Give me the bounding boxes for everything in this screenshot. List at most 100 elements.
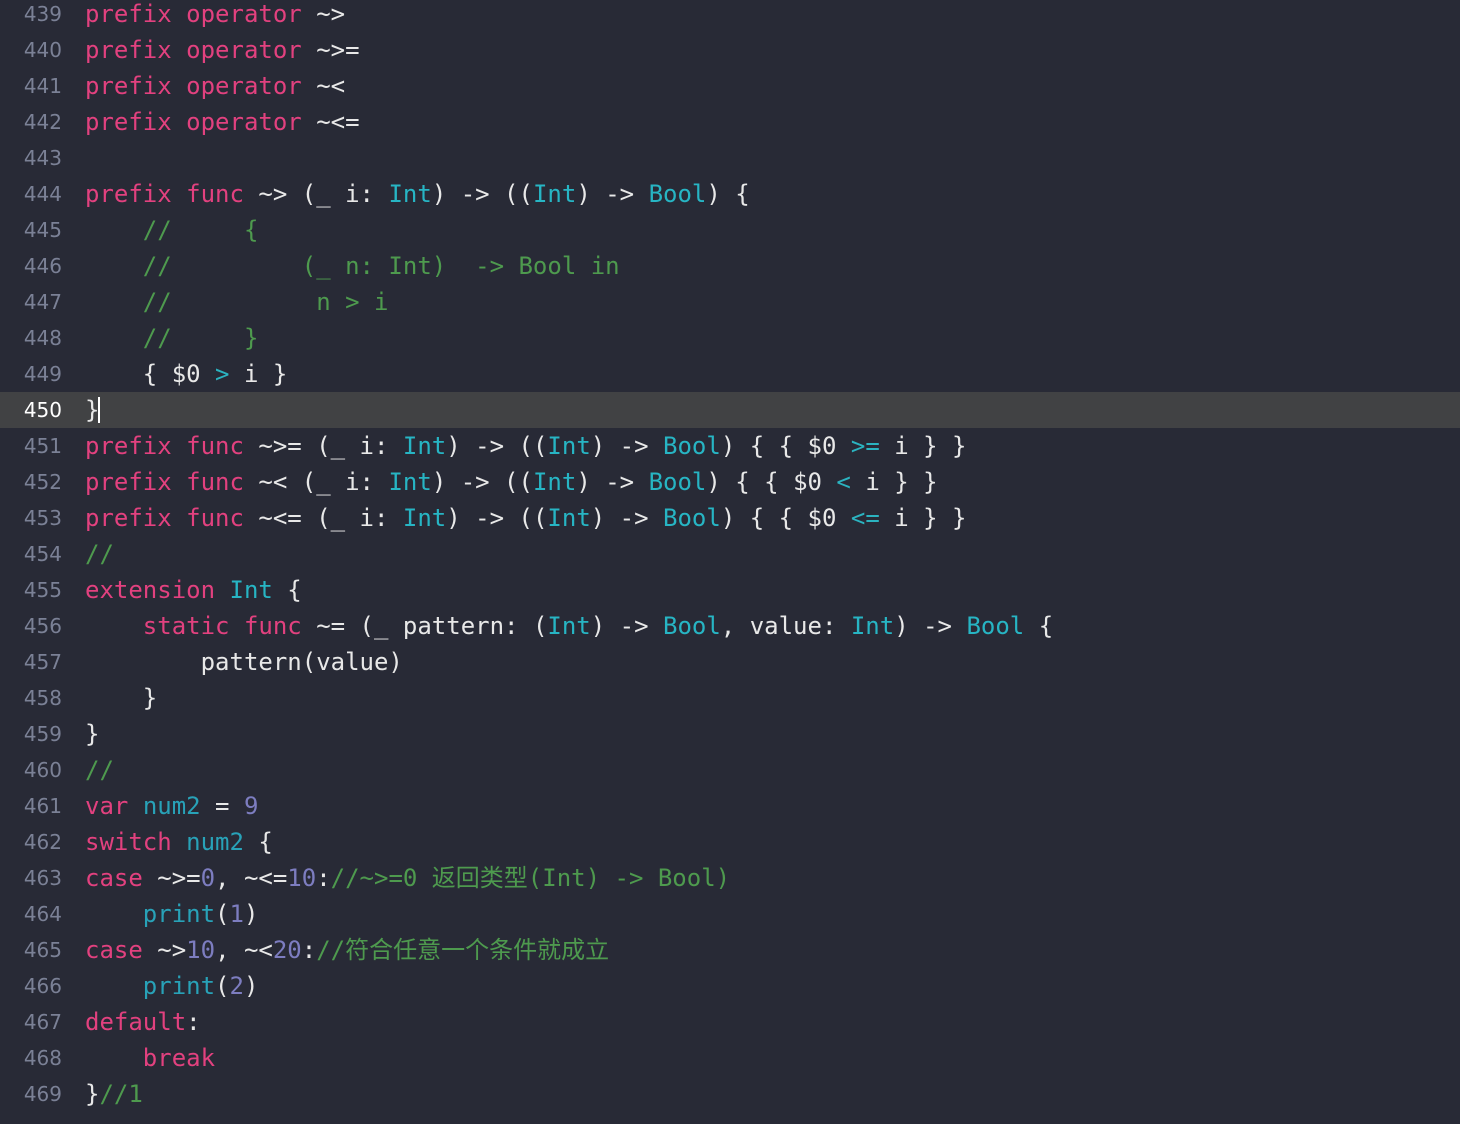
code-line[interactable]: 464 print(1) (0, 896, 1460, 932)
code-line-text[interactable]: prefix operator ~> (85, 0, 1460, 32)
code-line[interactable]: 462 switch num2 { (0, 824, 1460, 860)
token-kw: switch (85, 828, 172, 856)
code-line[interactable]: 460 // (0, 752, 1460, 788)
token-kw: static (142, 612, 230, 640)
code-line-text[interactable]: print(2) (85, 968, 1460, 1004)
code-line-text[interactable]: static func ~= (_ pattern: (Int) -> Bool… (85, 608, 1460, 644)
code-line-text[interactable]: // } (85, 320, 1460, 356)
token-typ: Bool (663, 504, 721, 532)
token-pln: : (186, 1008, 201, 1036)
code-line-text[interactable]: prefix operator ~< (85, 68, 1460, 104)
line-number: 462 (23, 830, 62, 854)
token-kw: prefix (85, 432, 172, 460)
code-line[interactable]: 449 { $0 > i } (0, 356, 1460, 392)
code-line-text[interactable]: // n > i (85, 284, 1460, 320)
code-line[interactable]: 445 // { (0, 212, 1460, 248)
code-line[interactable]: 463 case ~>=0, ~<=10://~>=0 返回类型(Int) -> … (0, 860, 1460, 896)
code-line-text[interactable]: switch num2 { (85, 824, 1460, 860)
token-num: 0 (200, 864, 216, 892)
code-line[interactable]: 444 prefix func ~> (_ i: Int) -> ((Int) -… (0, 176, 1460, 212)
code-line[interactable]: 467 default: (0, 1004, 1460, 1040)
line-number: 439 (23, 2, 62, 26)
line-number: 443 (23, 146, 62, 170)
code-line[interactable]: 457 pattern(value) (0, 644, 1460, 680)
token-pln (172, 180, 186, 208)
code-line[interactable]: 443 (0, 140, 1460, 176)
code-line-text[interactable]: pattern(value) (85, 644, 1460, 680)
token-typ: Int (229, 576, 273, 604)
code-line-text[interactable]: // { (85, 212, 1460, 248)
code-line[interactable]: 447 // n > i (0, 284, 1460, 320)
token-typ: Int (388, 180, 432, 208)
code-line[interactable]: 465 case ~>10, ~<20://符合任意一个条件就成立 (0, 932, 1460, 968)
line-number: 447 (23, 290, 62, 314)
token-cmt: //符合任意一个条件就成立 (316, 936, 610, 964)
token-num: 10 (287, 864, 317, 892)
token-pln: ) -> (590, 432, 664, 460)
token-pln (172, 468, 186, 496)
code-editor[interactable]: 439 prefix operator ~> 440 prefix operator … (0, 0, 1460, 1124)
line-number: 460 (23, 758, 62, 782)
code-line-text[interactable]: // (_ n: Int) -> Bool in (85, 248, 1460, 284)
code-line-text[interactable]: default: (85, 1004, 1460, 1040)
code-line-text[interactable]: }//1 (85, 1076, 1460, 1112)
token-pln (172, 828, 186, 856)
code-line[interactable]: 446 // (_ n: Int) -> Bool in (0, 248, 1460, 284)
line-number: 464 (23, 902, 62, 926)
token-kw: func (186, 180, 244, 208)
code-line-active[interactable]: 450} (0, 392, 1460, 428)
code-line-text[interactable]: // (85, 536, 1460, 572)
code-line[interactable]: 452 prefix func ~< (_ i: Int) -> ((Int) -… (0, 464, 1460, 500)
code-line-text[interactable]: // (85, 752, 1460, 788)
token-kw: operator (186, 72, 302, 100)
code-line[interactable]: 439 prefix operator ~> (0, 0, 1460, 32)
line-number: 467 (23, 1010, 62, 1034)
code-line-text[interactable]: } (85, 716, 1460, 752)
token-pln: ~>= (_ i: (243, 432, 403, 460)
token-pln: ~> (142, 936, 187, 964)
code-line[interactable]: 456 static func ~= (_ pattern: (Int) -> … (0, 608, 1460, 644)
token-pln: ~<= (301, 108, 360, 136)
code-line-text[interactable]: prefix operator ~<= (85, 104, 1460, 140)
code-line[interactable]: 448 // } (0, 320, 1460, 356)
token-pln: ) { (706, 180, 750, 208)
code-line[interactable]: 469}//1 (0, 1076, 1460, 1112)
code-line[interactable]: 441 prefix operator ~< (0, 68, 1460, 104)
code-line-text[interactable]: prefix func ~>= (_ i: Int) -> ((Int) -> … (85, 428, 1460, 464)
token-typ: Bool (663, 612, 721, 640)
code-line-text[interactable]: prefix operator ~>= (85, 32, 1460, 68)
code-line-text[interactable]: extension Int { (85, 572, 1460, 608)
code-line-text[interactable]: } (85, 680, 1460, 716)
code-line[interactable]: 442 prefix operator ~<= (0, 104, 1460, 140)
code-line-text[interactable]: case ~>10, ~<20://符合任意一个条件就成立 (85, 932, 1460, 968)
line-number: 468 (23, 1046, 62, 1070)
code-line[interactable]: 454 // (0, 536, 1460, 572)
code-line[interactable]: 459} (0, 716, 1460, 752)
code-line-text[interactable]: { $0 > i } (85, 356, 1460, 392)
code-line-text[interactable]: prefix func ~<= (_ i: Int) -> ((Int) -> … (85, 500, 1460, 536)
token-pln: ( (215, 900, 230, 928)
code-line-text[interactable]: prefix func ~< (_ i: Int) -> ((Int) -> B… (85, 464, 1460, 500)
code-line[interactable]: 461 var num2 = 9 (0, 788, 1460, 824)
token-cmt: // (_ n: Int) -> Bool in (85, 252, 620, 280)
code-line[interactable]: 468 break (0, 1040, 1460, 1076)
token-pln: ~> (301, 0, 346, 28)
code-line[interactable]: 451 prefix func ~>= (_ i: Int) -> ((Int) … (0, 428, 1460, 464)
code-line[interactable]: 458 } (0, 680, 1460, 716)
code-line[interactable]: 466 print(2) (0, 968, 1460, 1004)
line-number: 466 (23, 974, 62, 998)
token-pln (172, 36, 186, 64)
code-line-text[interactable]: var num2 = 9 (85, 788, 1460, 824)
line-number: 456 (23, 614, 62, 638)
code-line[interactable]: 453 prefix func ~<= (_ i: Int) -> ((Int) … (0, 500, 1460, 536)
code-line-text[interactable]: print(1) (85, 896, 1460, 932)
code-line-text[interactable]: prefix func ~> (_ i: Int) -> ((Int) -> B… (85, 176, 1460, 212)
token-cmt: //1 (99, 1080, 143, 1108)
token-pln: ~>= (301, 36, 360, 64)
code-line[interactable]: 440 prefix operator ~>= (0, 32, 1460, 68)
token-pln: } (85, 684, 158, 712)
code-line-text[interactable]: case ~>=0, ~<=10://~>=0 返回类型(Int) -> Boo… (85, 860, 1460, 896)
code-line-text[interactable]: break (85, 1040, 1460, 1076)
code-line-text[interactable]: } (85, 392, 1460, 428)
code-line[interactable]: 455 extension Int { (0, 572, 1460, 608)
